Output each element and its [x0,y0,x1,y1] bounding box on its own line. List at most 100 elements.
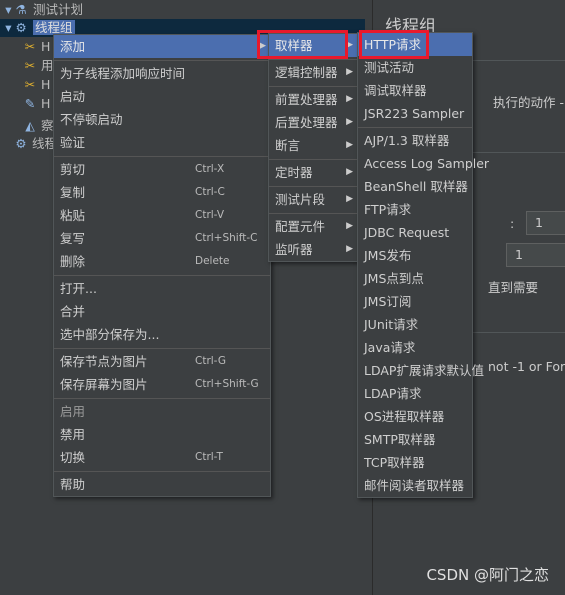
menu-item[interactable]: 前置处理器 ▶ [269,88,357,111]
tree-node[interactable]: ⚙ 线程 [13,135,57,153]
dropper-icon: ✎ [24,96,36,111]
menu-item[interactable]: TCP取样器 [358,451,472,474]
menu-separator [269,86,357,87]
menu-item-label: BeanShell 取样器 [364,179,468,194]
menu-item-label: 定时器 [275,165,313,180]
menu-item[interactable]: 后置处理器 ▶ [269,111,357,134]
tree-node[interactable]: ✎ H [22,95,51,113]
menu-item[interactable]: 选中部分保存为... [54,323,270,346]
tree-node[interactable]: ◭ 察 [22,117,53,135]
tree-node-label: H [41,39,51,54]
menu-item[interactable]: HTTP请求 [358,33,472,56]
menu-item[interactable]: 打开... [54,277,270,300]
menu-item[interactable]: JMS订阅 [358,290,472,313]
menu-item[interactable]: Java请求 [358,336,472,359]
menu-item[interactable]: JDBC Request [358,221,472,244]
context-menu: 添加 ▶ 为子线程添加响应时间 启动 不停顿启动 验证 剪切 Ctrl-X 复制 Ctrl-C 粘贴… [53,34,271,497]
menu-item[interactable]: AJP/1.3 取样器 [358,129,472,152]
watermark: CSDN @阿门之恋 [426,566,549,584]
menu-item[interactable]: 取样器 ▶ [269,34,357,57]
chart-icon: ◭ [25,118,35,133]
tree-node[interactable]: ✂ H [22,76,51,94]
menu-item[interactable]: 复制 Ctrl-C [54,181,270,204]
menu-item[interactable]: 删除 Delete [54,250,270,273]
menu-item[interactable]: 测试片段 ▶ [269,188,357,211]
menu-item[interactable]: 断言 ▶ [269,134,357,157]
action-label: 执行的动作 - [493,95,564,110]
sampler-submenu: HTTP请求测试活动调试取样器 JSR223 Sampler AJP/1.3 取样器… [357,32,489,498]
tree-node[interactable]: ▾ ⚗ 测试计划 [2,1,83,19]
menu-item[interactable]: JMS点到点 [358,267,472,290]
menu-item[interactable]: LDAP请求 [358,382,472,405]
menu-item-label: 复制 [60,185,86,200]
menu-item[interactable]: 剪切 Ctrl-X [54,158,270,181]
menu-item[interactable]: JUnit请求 [358,313,472,336]
menu-item-label: FTP请求 [364,202,412,217]
tree-node[interactable]: ✂ 用 [22,57,54,75]
add-submenu: 取样器 ▶ 逻辑控制器 ▶ 前置处理器 ▶ 后置处理器 ▶ 断言 ▶ 定时器 ▶ 测试片段 ▶ 配置元件 ▶ 监… [268,33,358,262]
menu-item[interactable]: 启用 [54,400,270,423]
ramp-up-input[interactable]: 1 [506,243,565,267]
menu-separator [54,471,270,472]
menu-item[interactable]: 粘贴 Ctrl-V [54,204,270,227]
shortcut-label: Delete [195,255,230,267]
menu-item[interactable]: 帮助 [54,473,270,496]
menu-item[interactable]: 保存屏幕为图片 Ctrl+Shift-G [54,373,270,396]
menu-item[interactable]: JSR223 Sampler [358,102,472,125]
menu-item[interactable]: 逻辑控制器 ▶ [269,61,357,84]
tree-node-label: 测试计划 [33,2,84,17]
delay-label: 直到需要 [488,280,539,295]
shortcut-label: Ctrl-X [195,163,225,175]
menu-item[interactable]: FTP请求 [358,198,472,221]
menu-item-label: 删除 [60,254,86,269]
menu-item-label: 监听器 [275,242,313,257]
menu-item[interactable]: 复写 Ctrl+Shift-C [54,227,270,250]
menu-item-label: 取样器 [275,38,313,53]
menu-item[interactable]: 合并 [54,300,270,323]
menu-item-label: 前置处理器 [275,92,338,107]
wrench-icon: ✂ [24,77,36,92]
menu-item[interactable]: 验证 [54,131,270,154]
menu-item[interactable]: JMS发布 [358,244,472,267]
menu-item-label: 合并 [60,304,86,319]
menu-item-label: AJP/1.3 取样器 [364,133,450,148]
menu-item[interactable]: 禁用 [54,423,270,446]
tree-node-label: 线程组 [33,20,75,35]
menu-item-label: JMS点到点 [364,271,424,286]
thread-count-input[interactable]: 1 [526,211,565,235]
menu-item[interactable]: 启动 [54,85,270,108]
menu-item-label: 测试片段 [275,192,326,207]
menu-separator [269,213,357,214]
menu-item[interactable]: BeanShell 取样器 [358,175,472,198]
shortcut-label: Ctrl-T [195,451,223,463]
menu-item[interactable]: LDAP扩展请求默认值 [358,359,484,382]
gear-icon: ⚙ [15,136,27,151]
menu-item[interactable]: 调试取样器 [358,79,472,102]
submenu-arrow-icon: ▶ [346,167,353,177]
menu-item[interactable]: 定时器 ▶ [269,161,357,184]
menu-item-label: 切换 [60,450,86,465]
menu-item[interactable]: 测试活动 [358,56,472,79]
menu-item[interactable]: 监听器 ▶ [269,238,357,261]
menu-item[interactable]: 邮件阅读者取样器 [358,474,472,497]
menu-item[interactable]: 不停顿启动 [54,108,270,131]
menu-item[interactable]: 切换 Ctrl-T [54,446,270,469]
submenu-arrow-icon: ▶ [346,140,353,150]
menu-item[interactable]: 为子线程添加响应时间 [54,62,270,85]
menu-item[interactable]: 配置元件 ▶ [269,215,357,238]
menu-item-label: 粘贴 [60,208,86,223]
submenu-arrow-icon: ▶ [346,194,353,204]
menu-item[interactable]: Access Log Sampler [358,152,489,175]
submenu-arrow-icon: ▶ [346,244,353,254]
submenu-arrow-icon: ▶ [346,117,353,127]
menu-item[interactable]: SMTP取样器 [358,428,472,451]
menu-item[interactable]: OS进程取样器 [358,405,472,428]
menu-item-label: 添加 [60,39,86,54]
menu-item-label: 测试活动 [364,60,415,75]
menu-item[interactable]: 添加 ▶ [54,35,270,58]
menu-item[interactable]: 保存节点为图片 Ctrl-G [54,350,270,373]
tree-node[interactable]: ✂ H [22,38,51,56]
tree-node-label: H [41,77,51,92]
menu-item-label: 选中部分保存为... [60,327,160,342]
menu-separator [269,159,357,160]
